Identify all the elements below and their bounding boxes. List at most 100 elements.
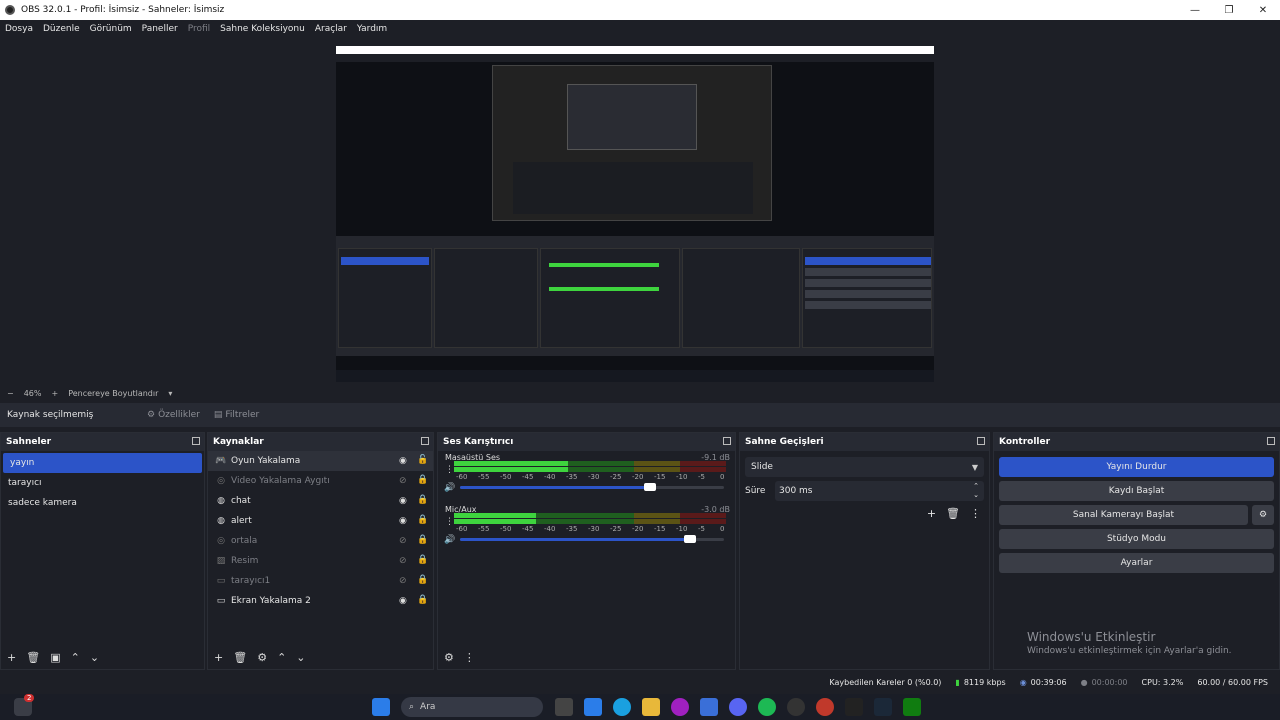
more-icon[interactable]: ⋮: [970, 507, 981, 520]
menu-yardim[interactable]: Yardım: [357, 24, 387, 34]
meter-tick-label: -15: [654, 473, 666, 481]
filter-icon[interactable]: ▣: [50, 651, 60, 664]
trash-icon[interactable]: 🗑: [26, 651, 40, 664]
menu-profil[interactable]: Profil: [188, 24, 210, 34]
stop-stream-button[interactable]: Yayını Durdur: [999, 457, 1274, 477]
menu-gorunum[interactable]: Görünüm: [90, 24, 132, 34]
widgets-icon[interactable]: 2: [14, 694, 35, 716]
move-up-icon[interactable]: ⌃: [277, 651, 286, 664]
app-icon[interactable]: [816, 698, 834, 716]
preview-canvas[interactable]: [336, 46, 934, 382]
start-recording-button[interactable]: Kaydı Başlat: [999, 481, 1274, 501]
chevron-down-icon[interactable]: ▾: [168, 389, 172, 398]
task-view-icon[interactable]: [555, 698, 573, 716]
source-item[interactable]: ▭ tarayıcı1 ⊘ 🔒: [208, 571, 433, 591]
scale-mode-label[interactable]: Pencereye Boyutlandır: [68, 389, 158, 398]
hidden-icon[interactable]: ⊘: [399, 536, 407, 546]
add-icon[interactable]: +: [7, 651, 16, 664]
speaker-icon[interactable]: 🔊: [444, 483, 455, 493]
hidden-icon[interactable]: ⊘: [399, 556, 407, 566]
more-icon[interactable]: ⋮: [445, 517, 454, 527]
hidden-icon[interactable]: ⊘: [399, 476, 407, 486]
preview-area[interactable]: [0, 38, 1280, 386]
windows-start-icon[interactable]: [372, 698, 390, 716]
volume-knob[interactable]: [683, 535, 696, 543]
scene-item-tarayici[interactable]: tarayıcı: [1, 473, 204, 493]
start-virtual-camera-button[interactable]: Sanal Kamerayı Başlat: [999, 505, 1248, 525]
trash-icon[interactable]: 🗑: [946, 507, 960, 520]
source-item[interactable]: ▨ Resim ⊘ 🔒: [208, 551, 433, 571]
epic-games-icon[interactable]: [845, 698, 863, 716]
scene-item-yayin[interactable]: yayın: [3, 453, 202, 473]
transition-select[interactable]: Slide ▼: [745, 457, 984, 477]
source-item[interactable]: ◍ alert ◉ 🔒: [208, 511, 433, 531]
gear-icon[interactable]: ⚙: [444, 651, 454, 664]
volume-slider[interactable]: [460, 483, 724, 491]
minimize-button[interactable]: —: [1178, 5, 1212, 16]
maximize-button[interactable]: ❐: [1212, 5, 1246, 16]
hidden-icon[interactable]: ⊘: [399, 576, 407, 586]
edge-icon[interactable]: [613, 698, 631, 716]
undock-icon[interactable]: [977, 437, 985, 445]
menu-duzenle[interactable]: Düzenle: [43, 24, 80, 34]
more-icon[interactable]: ⋮: [445, 465, 454, 475]
app-icon[interactable]: [700, 698, 718, 716]
visibility-icon[interactable]: ◉: [399, 456, 407, 466]
steam-icon[interactable]: [874, 698, 892, 716]
undock-icon[interactable]: [421, 437, 429, 445]
move-down-icon[interactable]: ⌄: [296, 651, 305, 664]
lock-icon[interactable]: 🔒: [417, 575, 428, 585]
lock-icon[interactable]: 🔒: [417, 595, 428, 605]
speaker-icon[interactable]: 🔊: [444, 535, 455, 545]
add-icon[interactable]: +: [927, 507, 936, 520]
menu-paneller[interactable]: Paneller: [142, 24, 178, 34]
unlock-icon[interactable]: 🔓: [417, 455, 428, 465]
visibility-icon[interactable]: ◉: [399, 596, 407, 606]
lock-icon[interactable]: 🔒: [417, 555, 428, 565]
taskbar-search[interactable]: ⌕ Ara: [401, 697, 543, 717]
gear-icon[interactable]: ⚙: [1252, 505, 1274, 525]
menu-dosya[interactable]: Dosya: [5, 24, 33, 34]
menu-araclar[interactable]: Araçlar: [315, 24, 347, 34]
move-up-icon[interactable]: ⌃: [71, 651, 80, 664]
spotify-icon[interactable]: [758, 698, 776, 716]
close-button[interactable]: ✕: [1246, 5, 1280, 16]
volume-knob[interactable]: [644, 483, 657, 491]
studio-mode-button[interactable]: Stüdyo Modu: [999, 529, 1274, 549]
properties-button[interactable]: ⚙ Özellikler: [147, 410, 200, 420]
store-icon[interactable]: [584, 698, 602, 716]
visibility-icon[interactable]: ◉: [399, 516, 407, 526]
filters-button[interactable]: ▤ Filtreler: [214, 410, 259, 420]
file-explorer-icon[interactable]: [642, 698, 660, 716]
discord-icon[interactable]: [729, 698, 747, 716]
lock-icon[interactable]: 🔒: [417, 515, 428, 525]
source-item[interactable]: ▭ Ekran Yakalama 2 ◉ 🔒: [208, 591, 433, 611]
lock-icon[interactable]: 🔒: [417, 495, 428, 505]
zoom-out-button[interactable]: −: [7, 389, 14, 398]
scene-item-sadece-kamera[interactable]: sadece kamera: [1, 493, 204, 513]
undock-icon[interactable]: [723, 437, 731, 445]
gear-icon[interactable]: ⚙: [257, 651, 267, 664]
trash-icon[interactable]: 🗑: [233, 651, 247, 664]
add-icon[interactable]: +: [214, 651, 223, 664]
xbox-icon[interactable]: [903, 698, 921, 716]
duration-input[interactable]: 300 ms ⌃ ⌄: [775, 481, 984, 501]
settings-button[interactable]: Ayarlar: [999, 553, 1274, 573]
menu-sahne-koleksiyonu[interactable]: Sahne Koleksiyonu: [220, 24, 305, 34]
move-down-icon[interactable]: ⌄: [90, 651, 99, 664]
undock-icon[interactable]: [192, 437, 200, 445]
visibility-icon[interactable]: ◉: [399, 496, 407, 506]
source-item[interactable]: 🎮 Oyun Yakalama ◉ 🔓: [208, 451, 433, 471]
spinner-icon[interactable]: ⌃ ⌄: [973, 482, 979, 500]
more-icon[interactable]: ⋮: [464, 651, 475, 664]
volume-slider[interactable]: [460, 535, 724, 543]
opera-icon[interactable]: [671, 698, 689, 716]
source-item[interactable]: ◍ chat ◉ 🔒: [208, 491, 433, 511]
obs-icon[interactable]: [787, 698, 805, 716]
lock-icon[interactable]: 🔒: [417, 475, 428, 485]
lock-icon[interactable]: 🔒: [417, 535, 428, 545]
zoom-in-button[interactable]: +: [51, 389, 58, 398]
undock-icon[interactable]: [1267, 437, 1275, 445]
source-item[interactable]: ◎ ortala ⊘ 🔒: [208, 531, 433, 551]
source-item[interactable]: ◎ Video Yakalama Aygıtı ⊘ 🔒: [208, 471, 433, 491]
